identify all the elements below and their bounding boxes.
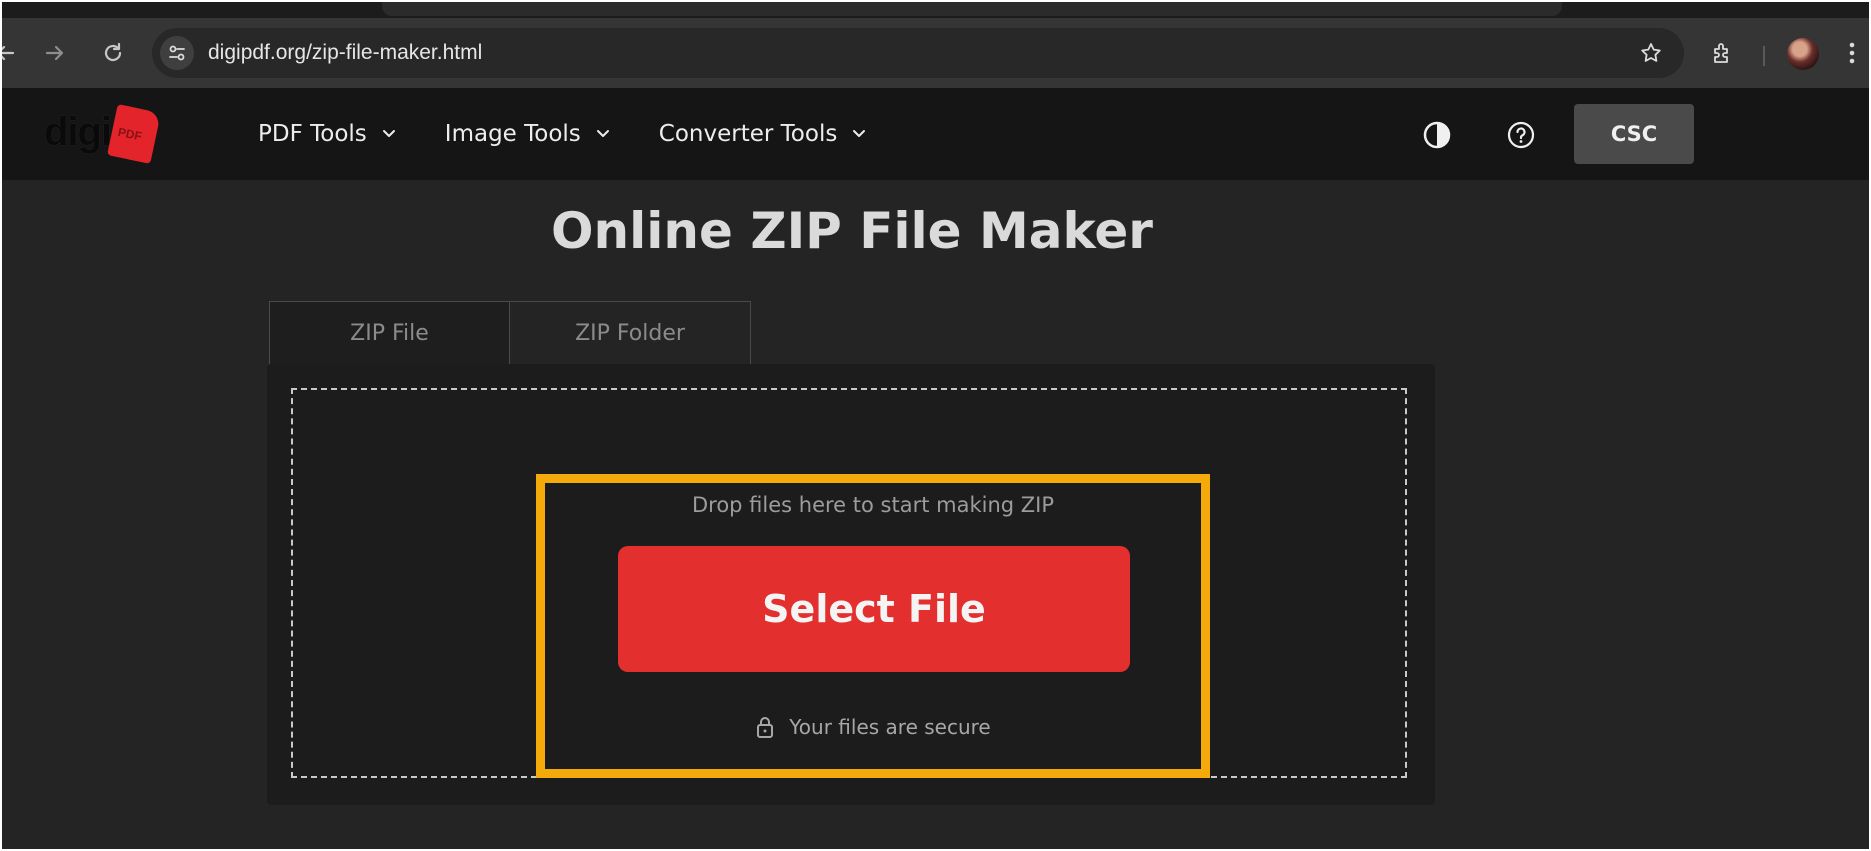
chevron-down-icon bbox=[851, 126, 867, 142]
tab-zip-folder[interactable]: ZIP Folder bbox=[510, 301, 751, 365]
main-nav: PDF Tools Image Tools Converter Tools bbox=[258, 88, 915, 180]
contrast-theme-icon[interactable] bbox=[1420, 118, 1454, 152]
drop-instructions: Drop files here to start making ZIP bbox=[691, 493, 1054, 517]
bookmark-star-icon[interactable] bbox=[1634, 36, 1668, 70]
nav-converter-tools[interactable]: Converter Tools bbox=[659, 121, 868, 147]
site-header: digi PDF PDF Tools Image Tools Converter… bbox=[2, 88, 1869, 180]
forward-arrow-icon[interactable] bbox=[38, 36, 72, 70]
logo-wordmark: digi bbox=[44, 110, 112, 154]
browser-toolbar: digipdf.org/zip-file-maker.html bbox=[2, 18, 1869, 88]
file-dropzone[interactable]: Drop files here to start making ZIP Sele… bbox=[291, 388, 1407, 778]
chevron-down-icon bbox=[381, 126, 397, 142]
tab-strip bbox=[2, 2, 1869, 18]
logo-pdf-badge: PDF bbox=[107, 103, 161, 165]
select-file-button[interactable]: Select File bbox=[618, 546, 1130, 672]
back-arrow-icon[interactable] bbox=[2, 36, 22, 70]
profile-avatar[interactable] bbox=[1787, 38, 1819, 70]
reload-icon[interactable] bbox=[96, 36, 130, 70]
nav-pdf-tools[interactable]: PDF Tools bbox=[258, 121, 397, 147]
help-circle-icon[interactable] bbox=[1504, 118, 1538, 152]
upload-panel: Drop files here to start making ZIP Sele… bbox=[267, 364, 1435, 805]
page-title: Online ZIP File Maker bbox=[551, 202, 1153, 260]
extensions-puzzle-icon[interactable] bbox=[1706, 36, 1740, 70]
site-logo[interactable]: digi PDF bbox=[44, 103, 164, 165]
site-settings-icon[interactable] bbox=[160, 36, 194, 70]
tool-tabs: ZIP File ZIP Folder bbox=[269, 301, 751, 365]
kebab-menu-icon[interactable] bbox=[1840, 36, 1864, 70]
nav-label: PDF Tools bbox=[258, 121, 367, 147]
lock-icon bbox=[755, 715, 775, 739]
nav-label: Image Tools bbox=[444, 121, 581, 147]
security-note: Your files are secure bbox=[545, 715, 1201, 739]
active-tab-edge[interactable] bbox=[382, 2, 1562, 16]
security-text: Your files are secure bbox=[789, 715, 991, 739]
url-text[interactable]: digipdf.org/zip-file-maker.html bbox=[208, 28, 482, 78]
toolbar-divider bbox=[1763, 46, 1765, 66]
csc-button[interactable]: CSC bbox=[1574, 104, 1694, 164]
nav-image-tools[interactable]: Image Tools bbox=[445, 121, 611, 147]
browser-window: digipdf.org/zip-file-maker.html digi PDF… bbox=[2, 2, 1869, 849]
nav-label: Converter Tools bbox=[658, 121, 838, 147]
tab-zip-file[interactable]: ZIP File bbox=[269, 301, 510, 365]
address-bar[interactable]: digipdf.org/zip-file-maker.html bbox=[152, 28, 1684, 78]
logo-badge-text: PDF bbox=[116, 124, 144, 144]
chevron-down-icon bbox=[595, 126, 611, 142]
highlight-box: Drop files here to start making ZIP Sele… bbox=[536, 474, 1210, 778]
